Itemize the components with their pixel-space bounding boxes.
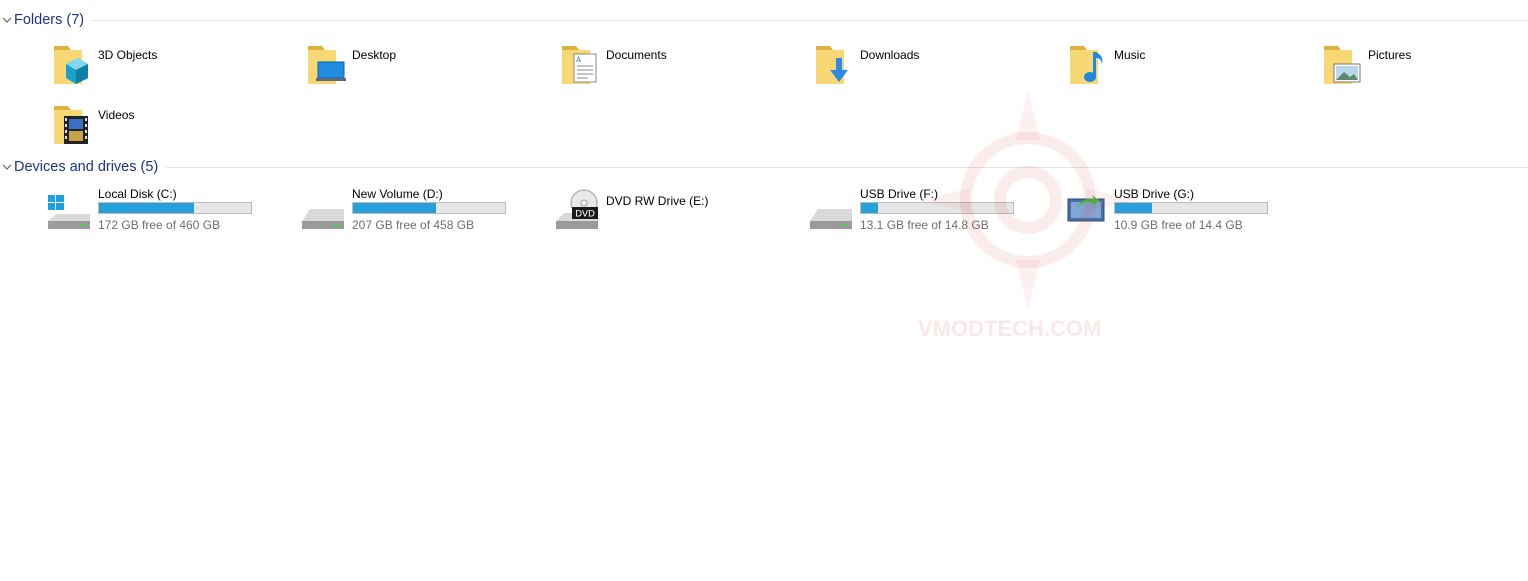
drive-name: Local Disk (C:) bbox=[98, 187, 177, 201]
folder-item-desktop[interactable]: Desktop bbox=[306, 42, 556, 94]
group-title-folders: Folders (7) bbox=[14, 12, 85, 28]
drive-name: New Volume (D:) bbox=[352, 187, 443, 201]
folder-item-downloads[interactable]: Downloads bbox=[814, 42, 1064, 94]
group-header-devices[interactable]: Devices and drives (5) bbox=[0, 156, 1528, 178]
dvd-badge: DVD bbox=[575, 210, 595, 220]
svg-text:A: A bbox=[575, 56, 582, 64]
folder-label: Pictures bbox=[1368, 48, 1412, 62]
drive-usage-bar bbox=[1114, 202, 1268, 214]
folder-label: Documents bbox=[606, 48, 667, 62]
drive-usage-fill bbox=[353, 203, 437, 213]
folder-item-documents[interactable]: A Documents bbox=[560, 42, 810, 94]
drive-free-space: 13.1 GB free of 14.8 GB bbox=[860, 218, 989, 232]
folder-label: Music bbox=[1114, 48, 1146, 62]
hard-drive-icon bbox=[302, 209, 344, 229]
dvd-drive-icon: DVD bbox=[556, 189, 598, 229]
folder-item-pictures[interactable]: Pictures bbox=[1322, 42, 1528, 94]
watermark-text: VMODTECH.COM bbox=[918, 316, 1102, 341]
drive-item-c[interactable]: Local Disk (C:) 172 GB free of 460 GB bbox=[46, 187, 296, 239]
group-title-devices: Devices and drives (5) bbox=[14, 159, 159, 175]
desktop-folder-icon bbox=[308, 46, 346, 84]
drive-free-space: 172 GB free of 460 GB bbox=[98, 218, 221, 232]
documents-folder-icon: A bbox=[562, 46, 597, 84]
group-divider bbox=[166, 166, 1528, 168]
drive-item-g[interactable]: USB Drive (G:) 10.9 GB free of 14.4 GB bbox=[1062, 187, 1312, 239]
drive-usage-fill bbox=[99, 203, 195, 213]
drive-free-space: 207 GB free of 458 GB bbox=[352, 218, 475, 232]
drive-item-d[interactable]: New Volume (D:) 207 GB free of 458 GB bbox=[300, 187, 550, 239]
folder-label: Downloads bbox=[860, 48, 920, 62]
pictures-folder-icon bbox=[1324, 46, 1361, 84]
folder-item-videos[interactable]: Videos bbox=[52, 102, 302, 154]
drive-usage-fill bbox=[1115, 203, 1152, 213]
drive-usage-fill bbox=[861, 203, 879, 213]
group-header-folders[interactable]: Folders (7) bbox=[0, 9, 1528, 31]
drive-usage-bar bbox=[352, 202, 506, 214]
folder-label: Desktop bbox=[352, 48, 397, 62]
music-folder-icon bbox=[1070, 46, 1103, 84]
folder-label: Videos bbox=[98, 108, 135, 122]
usb-autoplay-drive-icon bbox=[1067, 195, 1105, 222]
chevron-down-icon[interactable] bbox=[0, 13, 14, 27]
folder-item-music[interactable]: Music bbox=[1068, 42, 1318, 94]
drive-name: USB Drive (G:) bbox=[1114, 187, 1195, 201]
folder-label: 3D Objects bbox=[98, 48, 158, 62]
drive-name: USB Drive (F:) bbox=[860, 187, 938, 201]
group-divider bbox=[92, 19, 1528, 21]
folder-item-3d-objects[interactable]: 3D Objects bbox=[52, 42, 302, 94]
drive-item-f[interactable]: USB Drive (F:) 13.1 GB free of 14.8 GB bbox=[808, 187, 1058, 239]
drive-item-e[interactable]: DVD DVD RW Drive (E:) bbox=[554, 187, 804, 239]
downloads-folder-icon bbox=[816, 46, 848, 84]
3d-objects-folder-icon bbox=[54, 46, 88, 84]
videos-folder-icon bbox=[54, 106, 88, 144]
windows-drive-icon bbox=[48, 195, 90, 229]
drive-free-space: 10.9 GB free of 14.4 GB bbox=[1114, 218, 1243, 232]
drive-name: DVD RW Drive (E:) bbox=[606, 194, 709, 208]
chevron-down-icon[interactable] bbox=[0, 160, 14, 174]
usb-drive-icon bbox=[810, 209, 852, 229]
drive-usage-bar bbox=[860, 202, 1014, 214]
drive-usage-bar bbox=[98, 202, 252, 214]
